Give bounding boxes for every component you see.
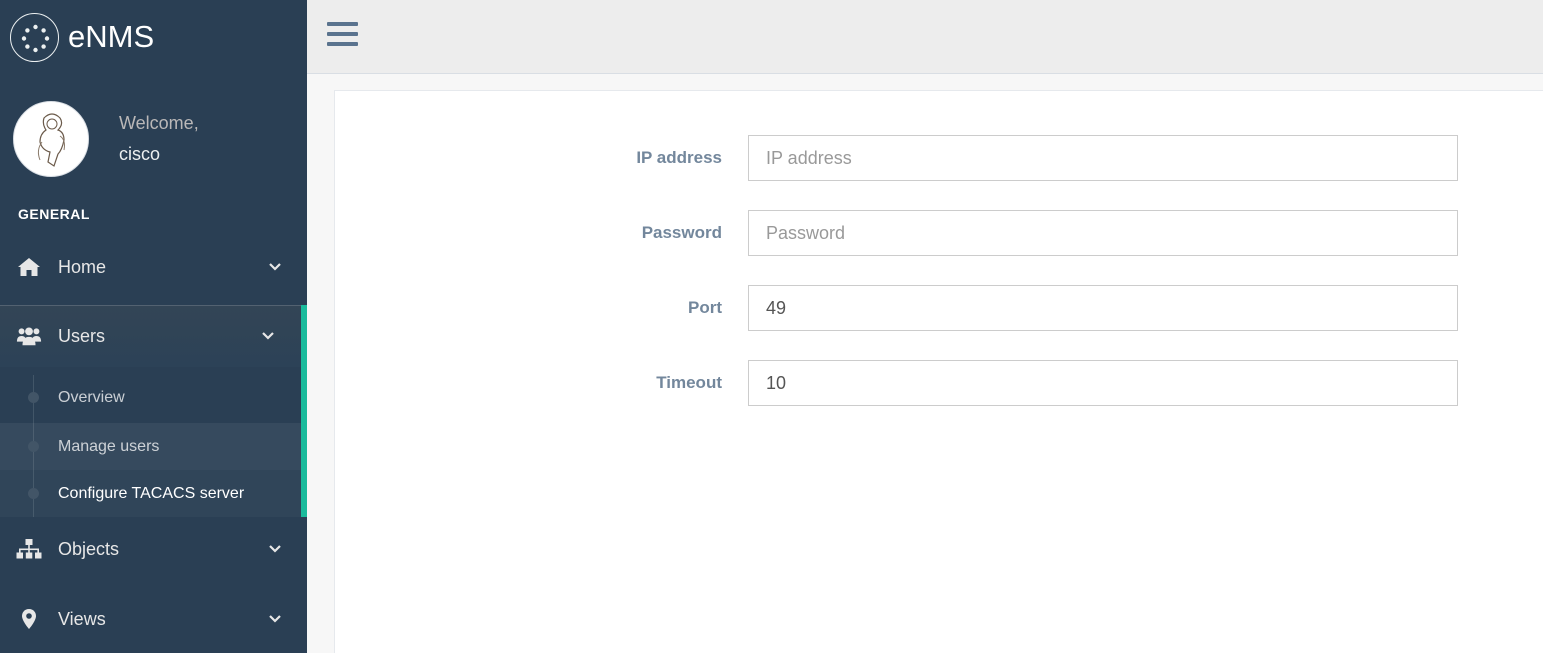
users-submenu: Overview Manage users Configure TACACS s… bbox=[0, 367, 301, 517]
bullet-icon bbox=[28, 488, 39, 499]
submenu-item-label: Configure TACACS server bbox=[58, 484, 245, 502]
hamburger-menu-icon[interactable] bbox=[327, 22, 358, 50]
map-marker-icon bbox=[16, 606, 42, 632]
sidebar-item-home[interactable]: Home bbox=[0, 232, 307, 302]
avatar bbox=[13, 101, 89, 177]
sidebar-item-label: Objects bbox=[58, 538, 120, 559]
chevron-down-icon bbox=[266, 258, 284, 276]
top-nav bbox=[307, 0, 1543, 74]
submenu-item-label: Overview bbox=[58, 388, 125, 406]
submenu-item-overview[interactable]: Overview bbox=[0, 374, 301, 421]
port-label: Port bbox=[688, 298, 722, 317]
form-row-timeout: Timeout bbox=[335, 360, 1543, 406]
submenu-item-label: Manage users bbox=[58, 437, 160, 455]
sitemap-icon bbox=[16, 536, 42, 562]
submenu-item-configure-tacacs[interactable]: Configure TACACS server bbox=[0, 470, 301, 517]
ip-address-input[interactable] bbox=[748, 135, 1458, 181]
form-row-password: Password bbox=[335, 210, 1543, 256]
form-row-ip-address: IP address bbox=[335, 135, 1543, 181]
app-name: eNMS bbox=[68, 19, 155, 54]
form-row-port: Port bbox=[335, 285, 1543, 331]
submenu-item-manage-users[interactable]: Manage users bbox=[0, 423, 301, 470]
username: cisco bbox=[119, 144, 161, 164]
chevron-down-icon bbox=[266, 610, 284, 628]
sidebar: eNMS Welcome, cisco GENERAL Home Users O… bbox=[0, 0, 307, 653]
sidebar-item-objects[interactable]: Objects bbox=[0, 514, 307, 584]
menu-section-title: GENERAL bbox=[18, 206, 90, 222]
active-indicator bbox=[301, 305, 307, 517]
password-input[interactable] bbox=[748, 210, 1458, 256]
home-icon bbox=[16, 254, 42, 280]
sidebar-item-label: Users bbox=[58, 325, 106, 346]
sidebar-item-users[interactable]: Users bbox=[0, 305, 301, 367]
password-label: Password bbox=[641, 223, 722, 242]
welcome-label: Welcome, bbox=[119, 113, 199, 133]
welcome-block: Welcome, cisco bbox=[119, 113, 199, 165]
sidebar-item-views[interactable]: Views bbox=[0, 584, 307, 653]
users-icon bbox=[16, 323, 42, 349]
ip-address-label: IP address bbox=[636, 148, 722, 167]
timeout-label: Timeout bbox=[656, 373, 722, 392]
chevron-down-icon bbox=[259, 327, 277, 345]
brand[interactable]: eNMS bbox=[0, 0, 307, 74]
bullet-icon bbox=[28, 441, 39, 452]
sidebar-item-label: Views bbox=[58, 608, 106, 629]
enms-logo-icon bbox=[10, 12, 59, 62]
port-input[interactable] bbox=[748, 285, 1458, 331]
bullet-icon bbox=[28, 392, 39, 403]
user-profile: Welcome, cisco bbox=[13, 101, 199, 177]
chevron-down-icon bbox=[266, 540, 284, 558]
tacacs-config-panel: IP address Password Port Timeout bbox=[334, 90, 1543, 653]
timeout-input[interactable] bbox=[748, 360, 1458, 406]
sidebar-item-label: Home bbox=[58, 256, 107, 277]
